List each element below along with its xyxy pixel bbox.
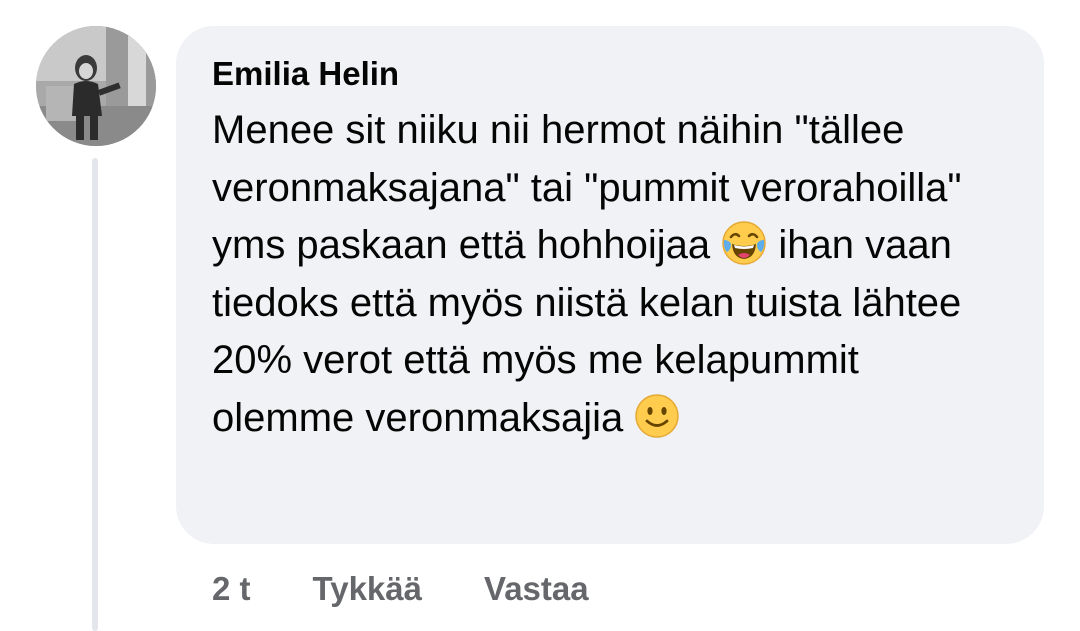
comment-thread: Emilia Helin Menee sit niiku nii hermot …: [0, 0, 1080, 631]
face-with-tears-of-joy-icon: [721, 220, 767, 266]
comment-text: Menee sit niiku nii hermot näihin "tälle…: [212, 102, 1002, 447]
comment-timestamp[interactable]: 2 t: [212, 570, 251, 608]
thread-line: [92, 158, 98, 631]
comment-bubble: Emilia Helin Menee sit niiku nii hermot …: [176, 26, 1044, 544]
slightly-smiling-face-icon: [634, 393, 680, 439]
avatar[interactable]: [36, 26, 156, 146]
reply-button[interactable]: Vastaa: [484, 570, 589, 608]
comment-actions: 2 t Tykkää Vastaa: [212, 566, 589, 612]
like-button[interactable]: Tykkää: [313, 570, 422, 608]
comment-author[interactable]: Emilia Helin: [212, 54, 1014, 94]
profile-photo: [36, 26, 156, 146]
